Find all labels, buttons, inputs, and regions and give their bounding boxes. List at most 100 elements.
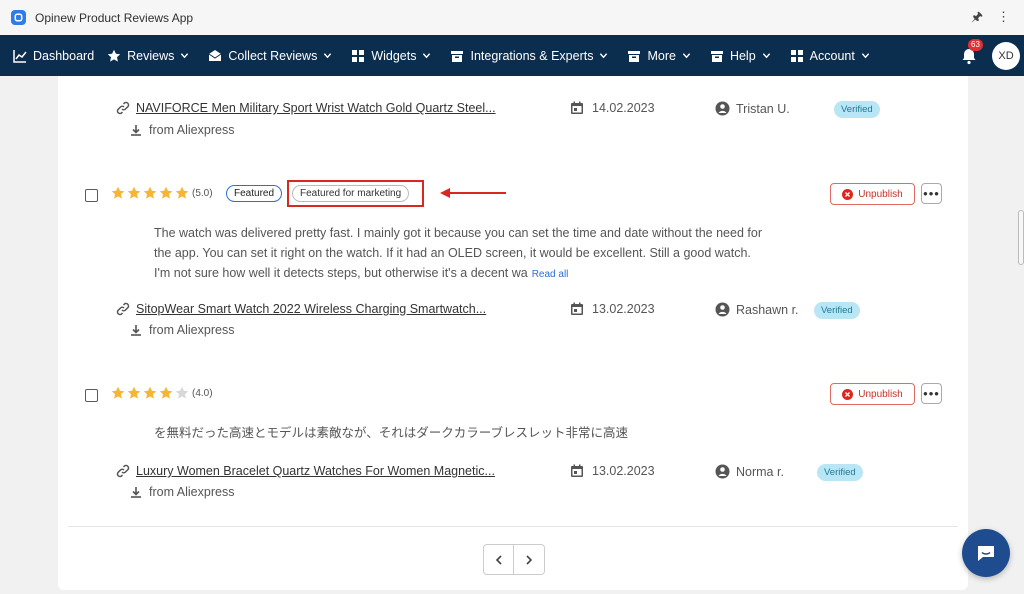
previous-page-button[interactable] bbox=[483, 544, 514, 575]
chat-button[interactable] bbox=[962, 529, 1010, 577]
reviews-list: NAVIFORCE Men Military Sport Wrist Watch… bbox=[58, 76, 968, 590]
review-source: from Aliexpress bbox=[130, 323, 234, 337]
close-circle-icon bbox=[842, 388, 854, 400]
nav-widgets[interactable]: Widgets bbox=[351, 35, 437, 76]
author-name: Rashawn r. bbox=[736, 302, 799, 317]
source-label: from Aliexpress bbox=[149, 485, 235, 499]
star-icon bbox=[107, 49, 121, 62]
nav-reviews[interactable]: Reviews bbox=[107, 35, 195, 76]
nav-account[interactable]: Account bbox=[790, 35, 876, 76]
app-logo-icon bbox=[11, 10, 26, 25]
next-page-button[interactable] bbox=[514, 544, 545, 575]
window-titlebar: Opinew Product Reviews App 🖈 ⋮ bbox=[0, 0, 1024, 35]
nav-collect-reviews[interactable]: Collect Reviews bbox=[208, 35, 338, 76]
unpublish-button[interactable]: Unpublish bbox=[830, 183, 915, 205]
main-nav: Dashboard Reviews Collect Reviews Widget… bbox=[0, 35, 1024, 76]
star-filled-icon bbox=[175, 186, 189, 199]
chevron-down-icon bbox=[181, 53, 189, 59]
featured-badge[interactable]: Featured bbox=[226, 185, 283, 202]
close-circle-icon bbox=[842, 188, 854, 200]
user-icon bbox=[715, 302, 730, 317]
chevron-left-icon bbox=[495, 554, 502, 565]
source-label: from Aliexpress bbox=[149, 123, 235, 137]
nav-help-label: Help bbox=[729, 48, 756, 63]
download-icon bbox=[131, 325, 141, 336]
nav-integrations-label: Integrations & Experts bbox=[470, 48, 594, 63]
envelope-icon bbox=[209, 49, 222, 61]
chevron-down-icon bbox=[324, 53, 332, 59]
unpublish-label: Unpublish bbox=[858, 188, 903, 200]
chevron-down-icon bbox=[600, 53, 608, 59]
chevron-down-icon bbox=[682, 53, 691, 59]
star-filled-icon bbox=[159, 386, 173, 399]
verified-badge: Verified bbox=[834, 101, 880, 118]
scrollbar-handle[interactable] bbox=[1018, 210, 1024, 265]
link-icon bbox=[116, 101, 130, 115]
pin-icon[interactable]: 🖈 bbox=[971, 10, 983, 24]
review-source: from Aliexpress bbox=[130, 123, 234, 137]
star-filled-icon bbox=[143, 386, 157, 399]
star-filled-icon bbox=[111, 386, 125, 399]
pagination bbox=[483, 544, 545, 575]
nav-help[interactable]: Help bbox=[710, 35, 777, 76]
review-date: 13.02.2023 bbox=[570, 302, 655, 316]
download-icon bbox=[131, 125, 141, 136]
chevron-down-icon bbox=[762, 53, 770, 59]
date-label: 13.02.2023 bbox=[592, 302, 655, 316]
box-icon bbox=[710, 50, 723, 62]
product-link[interactable]: Luxury Women Bracelet Quartz Watches For… bbox=[116, 464, 495, 478]
notifications-button[interactable]: 63 bbox=[960, 38, 983, 65]
star-rating: (5.0) bbox=[111, 186, 213, 200]
verified-badge: Verified bbox=[817, 464, 863, 481]
product-link[interactable]: NAVIFORCE Men Military Sport Wrist Watch… bbox=[116, 101, 496, 115]
review-date: 13.02.2023 bbox=[570, 464, 655, 478]
review-text-line: を無料だった高速とモデルは素敵なが、それはダークカラーブレスレット非常に高速 bbox=[154, 426, 629, 440]
unpublish-button[interactable]: Unpublish bbox=[830, 383, 915, 405]
nav-account-label: Account bbox=[809, 48, 855, 63]
rating-value: (4.0) bbox=[192, 387, 213, 399]
link-icon bbox=[116, 302, 130, 316]
review-checkbox[interactable] bbox=[85, 189, 98, 202]
chevron-down-icon bbox=[423, 53, 431, 59]
review-source: from Aliexpress bbox=[130, 485, 234, 499]
review-text-line: The watch was delivered pretty fast. I m… bbox=[154, 226, 762, 240]
product-name: SitopWear Smart Watch 2022 Wireless Char… bbox=[136, 302, 487, 316]
nav-more[interactable]: More bbox=[627, 35, 696, 76]
star-filled-icon bbox=[159, 186, 173, 199]
product-name: NAVIFORCE Men Military Sport Wrist Watch… bbox=[136, 101, 496, 115]
review-author: Tristan U. bbox=[715, 101, 790, 116]
date-label: 14.02.2023 bbox=[592, 101, 655, 115]
chart-icon bbox=[13, 49, 27, 63]
star-rating: (4.0) bbox=[111, 386, 213, 400]
read-all-link[interactable]: Read all bbox=[532, 269, 569, 280]
author-name: Tristan U. bbox=[736, 101, 790, 116]
featured-for-marketing-badge[interactable]: Featured for marketing bbox=[292, 185, 410, 202]
window-title: Opinew Product Reviews App bbox=[35, 10, 194, 25]
star-filled-icon bbox=[127, 186, 141, 199]
nav-integrations[interactable]: Integrations & Experts bbox=[450, 35, 614, 76]
star-filled-icon bbox=[127, 386, 141, 399]
product-name: Luxury Women Bracelet Quartz Watches For… bbox=[136, 464, 495, 478]
avatar[interactable]: XD bbox=[992, 41, 1020, 70]
nav-dashboard[interactable]: Dashboard bbox=[13, 35, 94, 76]
grid-icon bbox=[790, 49, 803, 62]
annotation-arrow-icon bbox=[440, 188, 506, 198]
star-empty-icon bbox=[175, 386, 189, 399]
box-icon bbox=[628, 50, 641, 62]
review-author: Norma r. bbox=[715, 464, 784, 479]
review-checkbox[interactable] bbox=[85, 389, 98, 402]
review-date: 14.02.2023 bbox=[570, 101, 655, 115]
calendar-icon bbox=[571, 464, 583, 477]
user-icon bbox=[715, 464, 730, 479]
review-text-line: I'm not sure how well it detects steps, … bbox=[154, 266, 569, 280]
kebab-menu-icon[interactable]: ⋮ bbox=[997, 10, 1010, 24]
nav-reviews-label: Reviews bbox=[127, 48, 175, 63]
more-options-button[interactable]: ••• bbox=[921, 383, 942, 404]
nav-widgets-label: Widgets bbox=[371, 48, 417, 63]
product-link[interactable]: SitopWear Smart Watch 2022 Wireless Char… bbox=[116, 302, 486, 316]
calendar-icon bbox=[571, 302, 583, 315]
nav-collect-reviews-label: Collect Reviews bbox=[228, 48, 318, 63]
more-options-button[interactable]: ••• bbox=[921, 183, 942, 204]
date-label: 13.02.2023 bbox=[592, 464, 655, 478]
nav-dashboard-label: Dashboard bbox=[33, 48, 95, 63]
